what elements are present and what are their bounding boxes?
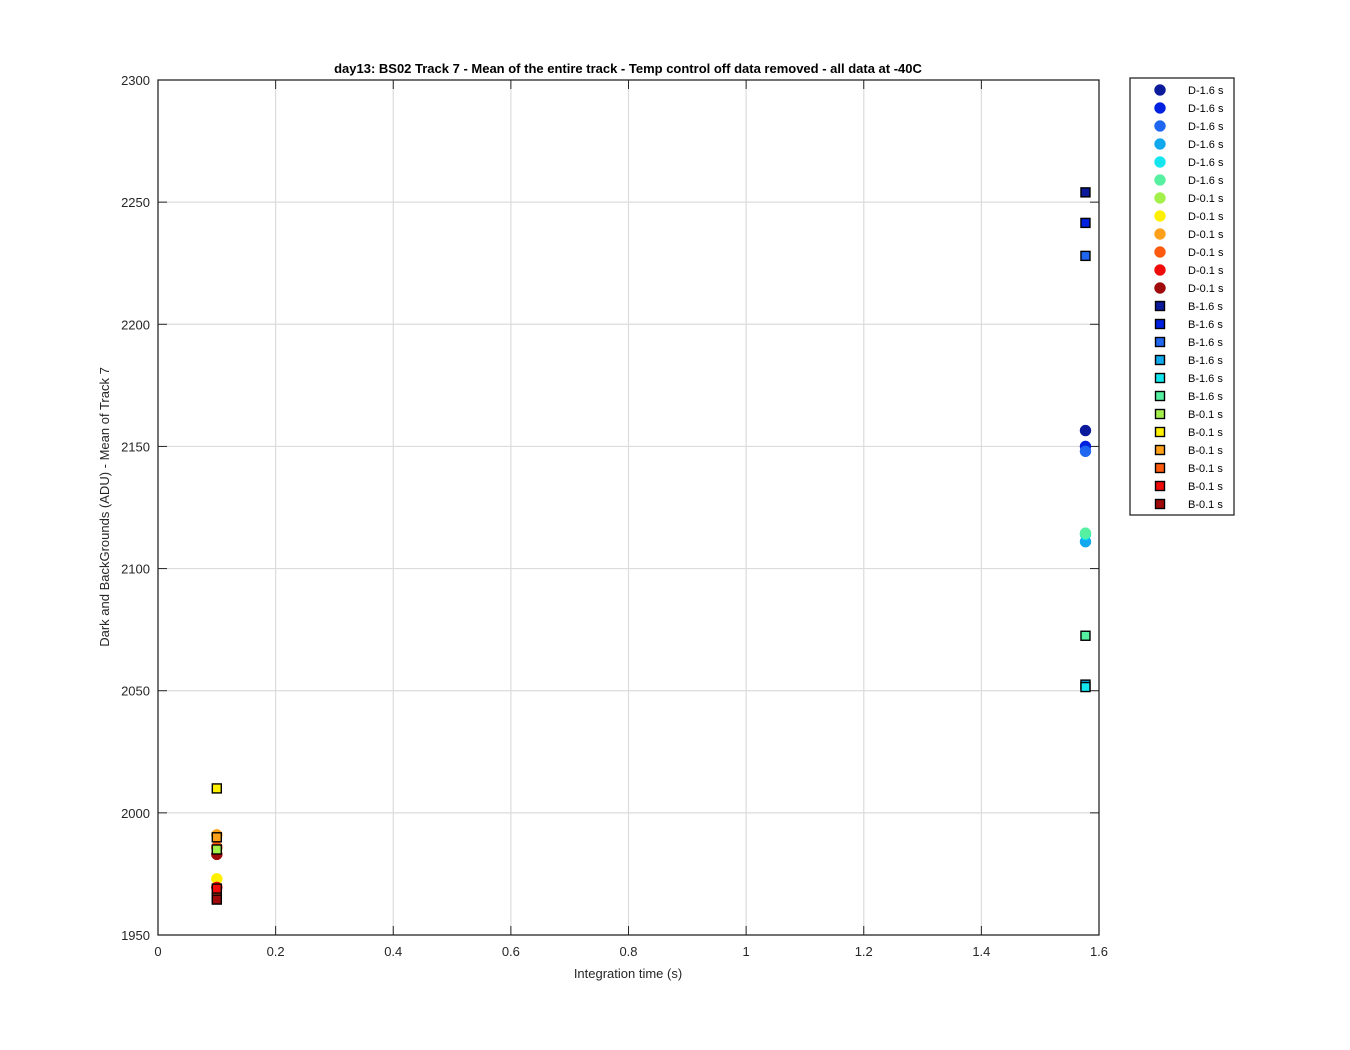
legend-label: D-1.6 s [1188, 139, 1224, 151]
legend-label: D-0.1 s [1188, 229, 1224, 241]
x-tick-label: 1.2 [855, 944, 873, 959]
legend-label: D-1.6 s [1188, 103, 1224, 115]
legend-label: B-0.1 s [1188, 427, 1223, 439]
data-point-background-13 [1080, 217, 1091, 229]
legend-marker [1154, 498, 1166, 510]
legend-marker [1154, 480, 1166, 492]
data-point-background-20 [211, 832, 223, 843]
y-axis-label: Dark and BackGrounds (ADU) - Mean of Tra… [97, 367, 112, 647]
legend-marker [1154, 282, 1166, 294]
legend-label: B-0.1 s [1188, 463, 1223, 475]
y-tick-label: 2050 [121, 684, 150, 699]
x-tick-label: 0.6 [502, 944, 520, 959]
legend-marker [1154, 192, 1166, 204]
chart-title: day13: BS02 Track 7 - Mean of the entire… [334, 61, 922, 76]
x-tick-label: 0.8 [619, 944, 637, 959]
legend-marker [1154, 390, 1166, 402]
legend-marker [1154, 354, 1166, 366]
legend-label: B-1.6 s [1188, 337, 1223, 349]
data-point-dark-2 [1079, 445, 1092, 458]
legend-label: D-1.6 s [1188, 85, 1224, 97]
y-tick-label: 2100 [121, 562, 150, 577]
legend-label: D-1.6 s [1188, 157, 1224, 169]
data-point-background-12 [1080, 187, 1091, 198]
legend-label: D-0.1 s [1188, 193, 1224, 205]
y-tick-label: 2150 [121, 439, 150, 454]
x-axis-label: Integration time (s) [574, 966, 682, 981]
x-tick-label: 1 [743, 944, 750, 959]
legend-marker [1154, 318, 1166, 330]
legend-label: D-0.1 s [1188, 247, 1224, 259]
legend-marker [1154, 84, 1166, 96]
legend-marker [1154, 138, 1166, 150]
data-point-background-14 [1080, 250, 1091, 262]
y-tick-label: 1950 [121, 928, 150, 943]
x-tick-label: 1.6 [1090, 944, 1108, 959]
data-point-background-19 [211, 783, 223, 794]
x-tick-label: 0.4 [384, 944, 402, 959]
legend-marker [1154, 174, 1166, 186]
legend-label: D-0.1 s [1188, 283, 1224, 295]
legend-marker [1154, 264, 1166, 276]
legend-marker [1154, 372, 1166, 384]
legend-label: B-0.1 s [1188, 499, 1223, 511]
x-tick-label: 1.4 [972, 944, 990, 959]
y-tick-label: 2000 [121, 806, 150, 821]
legend: D-1.6 s D-1.6 s D-1.6 s D-1.6 s D-1.6 s D-1.6… [1129, 77, 1235, 516]
legend-label: D-1.6 s [1188, 175, 1224, 187]
legend-marker [1154, 120, 1166, 132]
legend-marker [1154, 462, 1166, 474]
legend-label: B-1.6 s [1188, 391, 1223, 403]
y-tick-label: 2200 [121, 317, 150, 332]
data-point-dark-5 [1079, 527, 1092, 539]
legend-label: B-0.1 s [1188, 445, 1223, 457]
legend-marker [1154, 408, 1166, 420]
x-tick-label: 0.2 [267, 944, 285, 959]
legend-marker [1154, 228, 1166, 240]
legend-marker [1154, 426, 1166, 438]
legend-marker [1154, 210, 1166, 222]
legend-label: B-1.6 s [1188, 355, 1223, 367]
data-point-background-22 [211, 883, 223, 894]
legend-marker [1154, 444, 1166, 456]
legend-marker [1154, 156, 1166, 168]
figure: day13: BS02 Track 7 - Mean of the entire… [0, 0, 1350, 1050]
legend-marker [1154, 246, 1166, 258]
legend-label: D-0.1 s [1188, 211, 1224, 223]
legend-marker [1154, 336, 1166, 348]
legend-label: D-0.1 s [1188, 265, 1224, 277]
data-point-background-16 [1080, 681, 1091, 693]
legend-marker [1154, 102, 1166, 114]
legend-label: B-0.1 s [1188, 481, 1223, 493]
data-point-dark-0 [1079, 424, 1092, 437]
legend-label: B-0.1 s [1188, 409, 1223, 421]
legend-label: B-1.6 s [1188, 301, 1223, 313]
data-point-background-18 [211, 844, 223, 855]
legend-marker [1154, 300, 1166, 312]
legend-label: B-1.6 s [1188, 319, 1223, 331]
legend-label: D-1.6 s [1188, 121, 1224, 133]
y-tick-label: 2300 [121, 73, 150, 88]
x-tick-label: 0 [154, 944, 161, 959]
data-point-background-17 [1080, 630, 1091, 641]
y-tick-label: 2250 [121, 195, 150, 210]
legend-label: B-1.6 s [1188, 373, 1223, 385]
data-point-background-23 [211, 894, 223, 905]
